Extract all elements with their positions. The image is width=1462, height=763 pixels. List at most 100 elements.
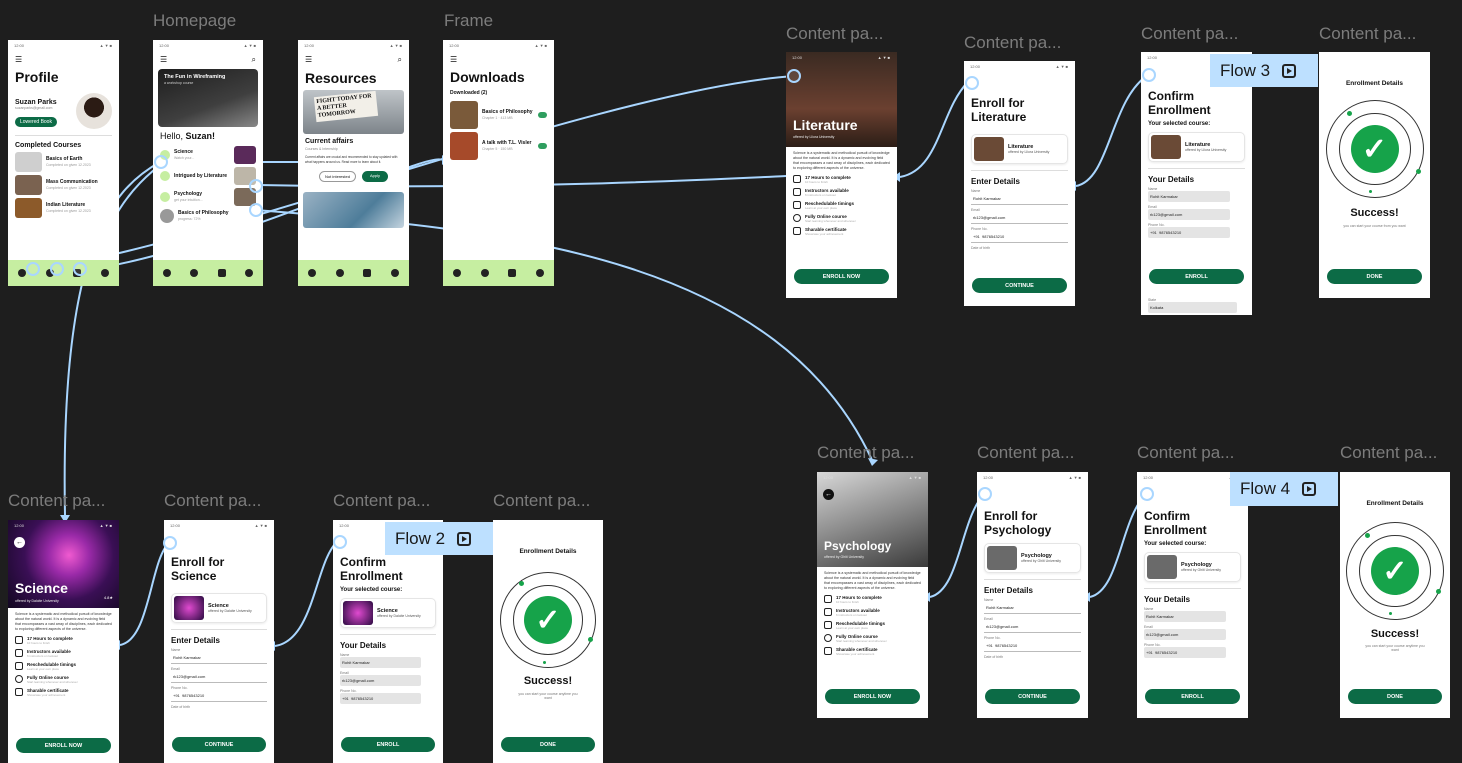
home-icon[interactable] xyxy=(162,269,171,277)
list-item[interactable]: Indian Literature Completed on given 12.2… xyxy=(15,198,112,218)
enroll-button[interactable]: ENROLL xyxy=(1149,269,1244,284)
success-psychology-screen: Enrollment Details ✓ Success! you can st… xyxy=(1340,472,1450,718)
connector-handle[interactable] xyxy=(73,262,87,276)
email-field[interactable]: rk123@gmail.com xyxy=(971,212,1068,224)
list-item[interactable]: Basics of Philosophy progress: 72% xyxy=(160,209,256,223)
section-title: Enter Details xyxy=(171,636,220,645)
connector-handle[interactable] xyxy=(154,155,168,169)
connector-handle[interactable] xyxy=(978,487,992,501)
avatar[interactable] xyxy=(76,93,112,129)
connector-handle[interactable] xyxy=(163,536,177,550)
search-icon[interactable]: ⌕ xyxy=(252,55,256,65)
connector-handle[interactable] xyxy=(787,69,801,83)
enroll-now-button[interactable]: ENROLL NOW xyxy=(794,269,889,284)
list-item[interactable]: Intrigued by Literature xyxy=(160,167,256,185)
search-icon[interactable]: ⌕ xyxy=(398,55,402,65)
course-sub: Completed on given 12.2023 xyxy=(46,163,91,167)
connector-handle[interactable] xyxy=(965,76,979,90)
enroll-now-button[interactable]: ENROLL NOW xyxy=(16,738,111,753)
cloud-icon[interactable] xyxy=(538,143,547,149)
done-button[interactable]: DONE xyxy=(1348,689,1442,704)
page-title: Confirm Enrollment xyxy=(1148,89,1211,117)
list-item[interactable]: Basics of Philosophy Chapter 1 · 413 MB xyxy=(450,101,547,129)
success-sub: you can start your course from you want xyxy=(1343,224,1406,228)
connector-handle[interactable] xyxy=(333,535,347,549)
globe-icon[interactable] xyxy=(190,269,199,277)
menu-icon[interactable]: ☰ xyxy=(305,55,312,65)
feature-item: Reschedulable timings Learn at your own p… xyxy=(15,662,112,672)
done-button[interactable]: DONE xyxy=(501,737,595,752)
menu-icon[interactable]: ☰ xyxy=(450,55,457,64)
connector-handle[interactable] xyxy=(249,179,263,193)
enroll-button[interactable]: ENROLL xyxy=(1145,689,1240,704)
phone-field[interactable]: +91 9876543210 xyxy=(171,690,267,702)
state-select[interactable]: Kolkata xyxy=(1148,302,1238,313)
profile-icon[interactable] xyxy=(101,269,110,277)
email-field[interactable]: rk123@gmail.com xyxy=(171,671,267,683)
back-icon[interactable]: ← xyxy=(14,537,25,548)
enroll-button[interactable]: ENROLL xyxy=(341,737,435,752)
play-icon[interactable] xyxy=(457,531,472,546)
name-field[interactable]: Rohit Karmakar xyxy=(984,602,1081,614)
page-title: Downloads xyxy=(450,69,525,85)
connector-handle[interactable] xyxy=(50,262,64,276)
list-item[interactable]: A talk with T.L. Visler Chapter 5 · 150 M… xyxy=(450,132,547,160)
connector-handle[interactable] xyxy=(26,262,40,276)
download-icon[interactable] xyxy=(508,269,517,277)
status-icons: ▲▼■ xyxy=(99,523,113,528)
apply-button[interactable]: Apply xyxy=(361,171,388,182)
status-time: 12:00 xyxy=(14,43,25,48)
name-field[interactable]: Rohit Karmakar xyxy=(171,652,267,664)
connector-handle[interactable] xyxy=(1142,68,1156,82)
list-item[interactable]: Science Watch your... xyxy=(160,146,256,164)
list-item[interactable]: Mass Communication Completed on given 12.… xyxy=(15,175,112,195)
section-title: Enter Details xyxy=(971,177,1020,186)
menu-icon[interactable]: ☰ xyxy=(15,55,22,64)
section-title: Enter Details xyxy=(984,586,1033,595)
profile-icon[interactable] xyxy=(245,269,254,277)
play-icon[interactable] xyxy=(1282,63,1297,78)
course-card: Science offered by Daloite University xyxy=(340,598,436,628)
section-title: Downloaded (2) xyxy=(450,90,488,96)
continue-button[interactable]: CONTINUE xyxy=(972,278,1067,293)
connector-handle[interactable] xyxy=(249,203,263,217)
menu-icon[interactable]: ☰ xyxy=(160,55,167,65)
course-card: Literature offered by Lliora University xyxy=(971,134,1068,164)
globe-icon[interactable] xyxy=(335,269,344,277)
item-title: Intrigued by Literature xyxy=(174,173,228,179)
flow-3-tag[interactable]: Flow 3 xyxy=(1210,54,1318,87)
flow-2-tag[interactable]: Flow 2 xyxy=(385,522,493,555)
list-item[interactable]: Psychology get your intuition... xyxy=(160,188,256,206)
download-icon[interactable] xyxy=(217,269,226,277)
continue-button[interactable]: CONTINUE xyxy=(985,689,1080,704)
home-icon[interactable] xyxy=(307,269,316,277)
continue-button[interactable]: CONTINUE xyxy=(172,737,266,752)
not-interested-button[interactable]: Not interested xyxy=(319,171,356,182)
globe-icon xyxy=(824,634,832,642)
done-button[interactable]: DONE xyxy=(1327,269,1422,284)
home-icon[interactable] xyxy=(452,269,461,277)
cloud-icon[interactable] xyxy=(538,112,547,118)
phone-field[interactable]: +91 9876543210 xyxy=(984,640,1081,652)
download-icon[interactable] xyxy=(363,269,372,277)
course-card: Literature offered by Lliora University xyxy=(1148,132,1245,162)
list-item[interactable]: Basics of Earth Completed on given 12.202… xyxy=(15,152,112,172)
instructor-icon xyxy=(793,188,801,196)
email-field[interactable]: rk123@gmail.com xyxy=(984,621,1081,633)
back-icon[interactable]: ← xyxy=(823,489,834,500)
profile-badge[interactable]: Lowered Book xyxy=(15,117,57,127)
flow-4-tag[interactable]: Flow 4 xyxy=(1230,472,1338,506)
phone-field[interactable]: +91 9876543210 xyxy=(971,231,1068,243)
home-icon[interactable] xyxy=(17,269,26,277)
connector-handle[interactable] xyxy=(1140,487,1154,501)
profile-icon[interactable] xyxy=(536,269,545,277)
resources-screen: 12:00 ▲▼■ ☰ ⌕ Resources FIGHT TODAY FOR A … xyxy=(298,40,409,286)
play-icon[interactable] xyxy=(1302,482,1317,496)
banner-card[interactable]: The Fun in Wireframing a workshop course xyxy=(158,69,258,127)
enroll-psychology-screen: 12:00 ▲▼■ Enroll for Psychology Psycholog… xyxy=(977,472,1088,718)
feature-item: Fully Online course Start learning whenev… xyxy=(793,214,890,224)
enroll-now-button[interactable]: ENROLL NOW xyxy=(825,689,920,704)
profile-icon[interactable] xyxy=(391,269,400,277)
globe-icon[interactable] xyxy=(480,269,489,277)
name-field[interactable]: Rohit Karmakar xyxy=(971,193,1068,205)
